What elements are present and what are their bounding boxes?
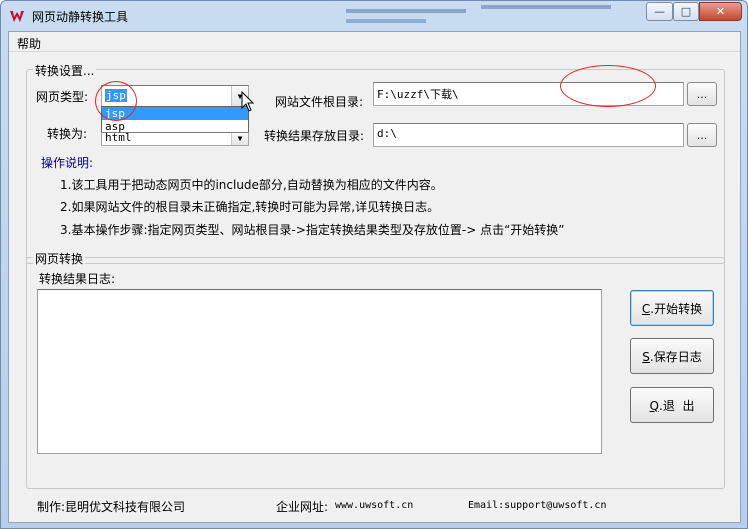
start-label-text: .开始转换 xyxy=(650,301,703,316)
output-dir-browse-button[interactable]: ... xyxy=(687,123,717,147)
minimize-button[interactable]: — xyxy=(646,2,673,21)
title-bar[interactable]: 网页动静转换工具 — □ ✕ xyxy=(1,1,747,31)
app-window: 网页动静转换工具 — □ ✕ 帮助 转换设置... 网页类型: jsp ▼ js… xyxy=(0,0,748,529)
save-log-label: S.保存日志 xyxy=(639,346,704,367)
exit-button[interactable]: Q.退 出 xyxy=(630,387,714,423)
convert-to-value: html xyxy=(105,132,132,144)
site-root-browse-button[interactable]: ... xyxy=(687,82,717,106)
maximize-icon: □ xyxy=(680,5,692,18)
app-logo-icon xyxy=(10,11,24,22)
close-icon: ✕ xyxy=(715,5,726,18)
background-window-blur xyxy=(481,1,611,31)
output-dir-label: 转换结果存放目录: xyxy=(264,129,365,143)
annotation-circle xyxy=(95,81,137,121)
exit-label: Q.退 出 xyxy=(647,395,698,416)
log-textarea[interactable] xyxy=(37,289,602,454)
footer-site-label: 企业网址: xyxy=(276,500,329,514)
log-label: 转换结果日志: xyxy=(39,272,116,286)
browse-label: ... xyxy=(696,87,708,101)
maximize-button[interactable]: □ xyxy=(673,2,699,21)
save-log-button[interactable]: S.保存日志 xyxy=(630,338,714,374)
footer-email[interactable]: Email:support@uwsoft.cn xyxy=(468,500,606,511)
save-label-text: .保存日志 xyxy=(649,349,702,364)
window-title: 网页动静转换工具 xyxy=(32,10,129,24)
site-root-label: 网站文件根目录: xyxy=(275,95,364,109)
output-dir-value: d:\ xyxy=(377,127,397,140)
site-root-value: F:\uzzf\下载\ xyxy=(377,88,459,101)
close-button[interactable]: ✕ xyxy=(699,2,742,21)
chevron-down-icon[interactable]: ▼ xyxy=(231,133,248,145)
browse-label: ... xyxy=(696,128,708,142)
mouse-cursor-icon xyxy=(241,91,255,112)
help-title: 操作说明: xyxy=(41,156,94,170)
exit-hotkey: Q xyxy=(649,398,659,413)
settings-group-legend: 转换设置... xyxy=(33,62,97,79)
minimize-icon: — xyxy=(654,5,665,18)
output-dir-input[interactable]: d:\ xyxy=(373,123,684,147)
annotation-circle xyxy=(560,65,656,107)
start-convert-label: C.开始转换 xyxy=(639,298,705,319)
save-hotkey: S xyxy=(642,349,650,364)
footer-site-value[interactable]: www.uwsoft.cn xyxy=(335,500,413,511)
start-convert-button[interactable]: C.开始转换 xyxy=(630,290,714,326)
convert-to-combo[interactable]: html ▼ xyxy=(101,132,249,146)
convert-group-legend: 网页转换 xyxy=(33,250,86,267)
help-line-2: 2.如果网站文件的根目录未正确指定,转换时可能为异常,详见转换日志。 xyxy=(60,200,440,214)
menu-help[interactable]: 帮助 xyxy=(17,35,41,52)
page-type-label: 网页类型: xyxy=(36,90,89,104)
background-window-blur xyxy=(346,1,466,31)
menu-bar: 帮助 xyxy=(9,32,740,52)
convert-to-label: 转换为: xyxy=(47,127,88,141)
footer-maker: 制作:昆明优文科技有限公司 xyxy=(37,500,186,514)
help-line-1: 1.该工具用于把动态网页中的include部分,自动替换为相应的文件内容。 xyxy=(60,178,443,192)
exit-label-text: .退 出 xyxy=(659,398,695,413)
help-line-3: 3.基本操作步骤:指定网页类型、网站根目录->指定转换结果类型及存放位置-> 点… xyxy=(60,223,565,237)
